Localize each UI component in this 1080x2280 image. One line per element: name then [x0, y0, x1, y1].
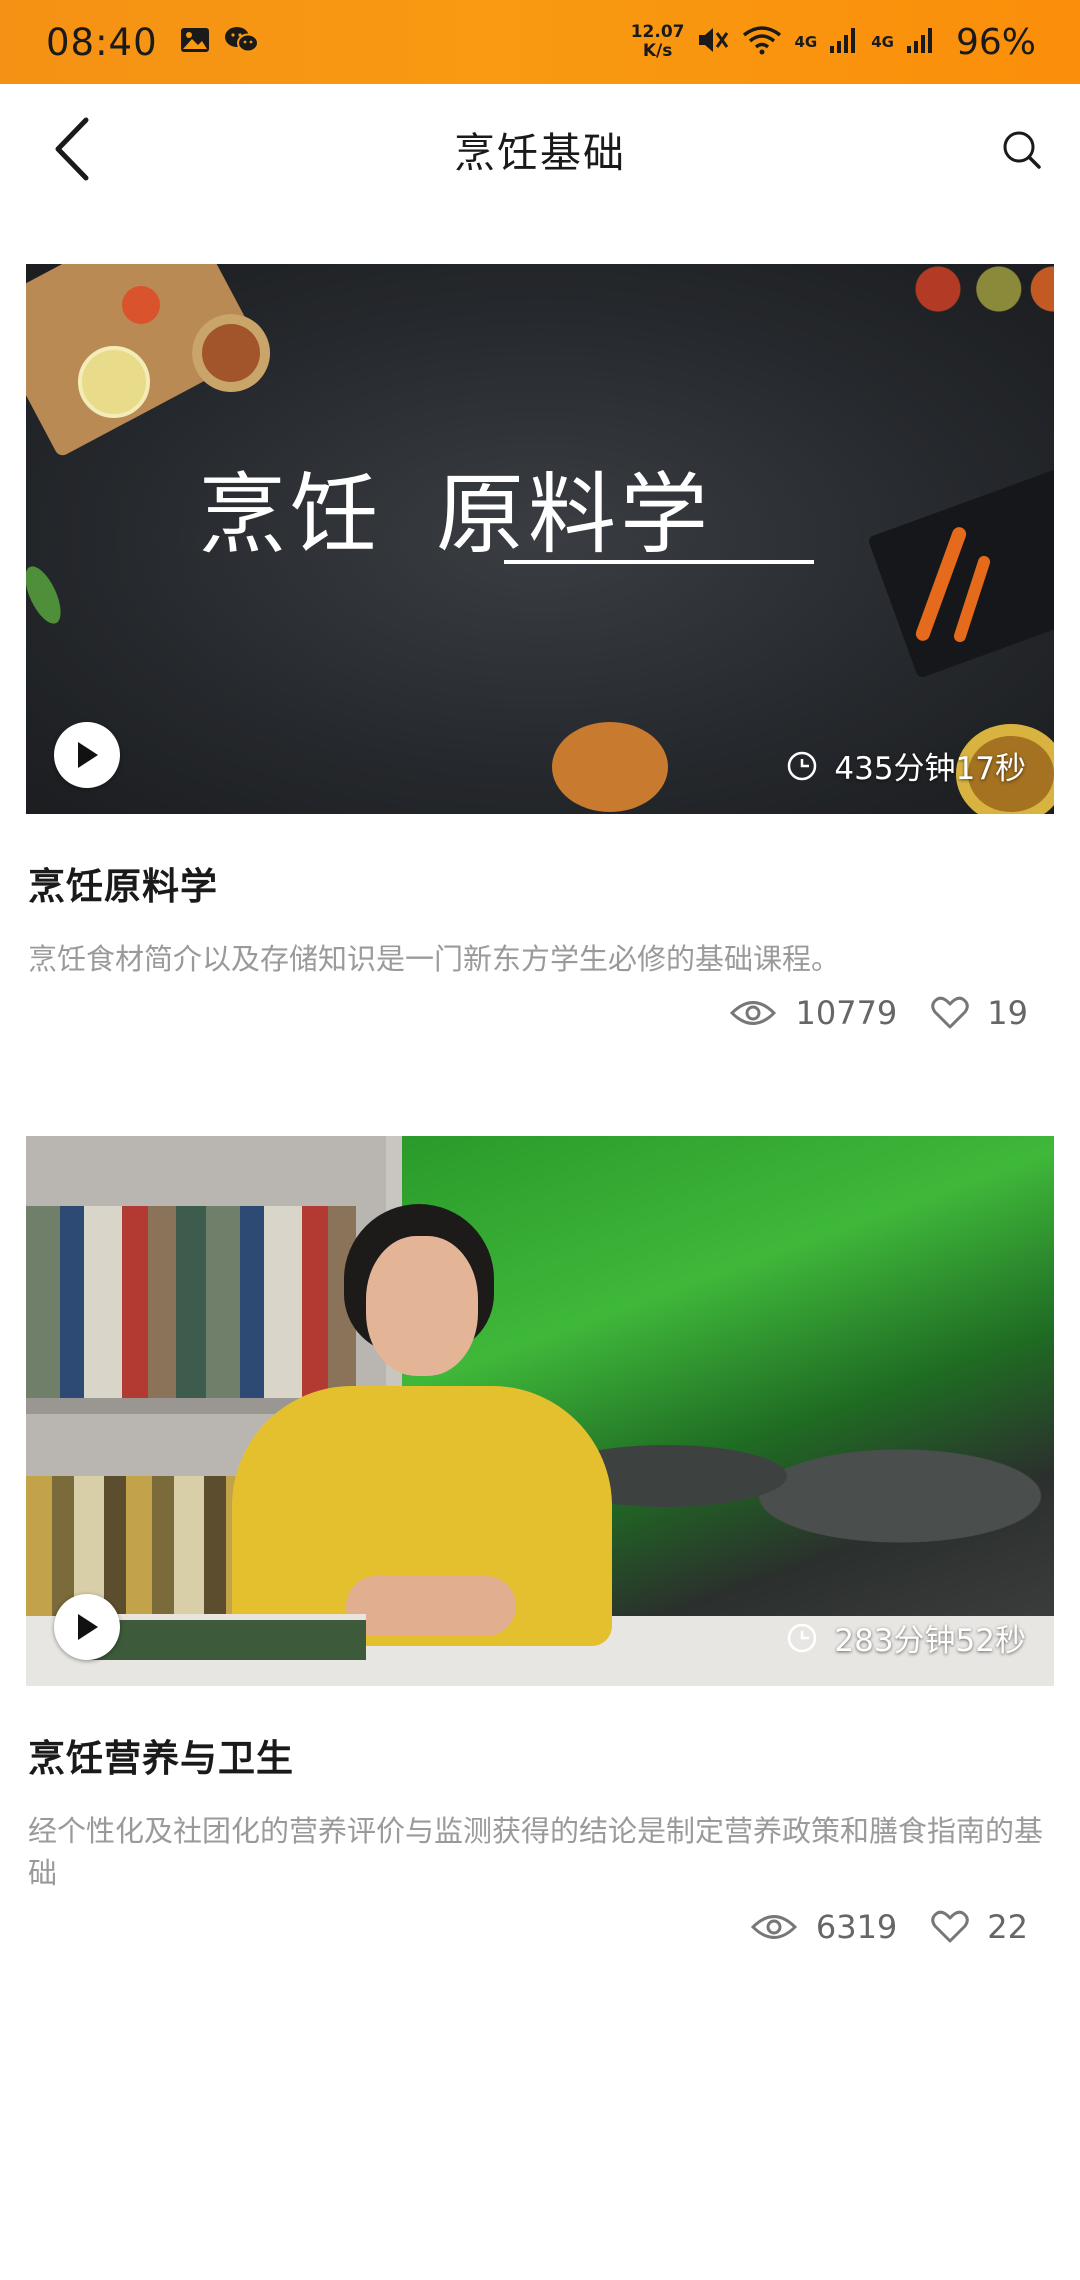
play-icon [78, 1614, 98, 1640]
eye-icon [750, 1915, 797, 1939]
video-duration: 283分钟52秒 [786, 1615, 1026, 1660]
wooden-spoon-illustration [552, 722, 668, 812]
course-stats: 10779 19 [26, 994, 1054, 1032]
page-header: 烹饪基础 [0, 84, 1080, 214]
slate-board-illustration [867, 459, 1054, 679]
course-card[interactable]: 283分钟52秒 烹饪营养与卫生 经个性化及社团化的营养评价与监测获得的结论是制… [26, 1136, 1054, 1946]
likes-stat[interactable]: 22 [931, 1908, 1028, 1946]
views-stat: 10779 [729, 994, 897, 1032]
play-icon [78, 742, 98, 768]
network-speed-value: 12.07 [630, 22, 685, 42]
back-button[interactable] [44, 114, 104, 184]
course-description: 烹饪食材简介以及存储知识是一门新东方学生必修的基础课程。 [28, 942, 841, 976]
video-duration: 435分钟17秒 [786, 743, 1026, 788]
heart-icon [931, 1910, 970, 1943]
page-title: 烹饪基础 [454, 129, 626, 177]
course-card[interactable]: 烹饪 原料学 435分钟17秒 烹饪原料学 烹饪食材简介以及存储知识是一门新东方… [26, 264, 1054, 1032]
thumbnail-title-part-1: 烹饪 [198, 463, 383, 566]
books-illustration [26, 1206, 356, 1398]
duration-text: 283分钟52秒 [834, 1623, 1026, 1659]
views-stat: 6319 [750, 1908, 897, 1946]
thumbnail-title-underline [504, 560, 814, 564]
signal-icon-1 [829, 26, 859, 58]
views-count: 10779 [795, 994, 898, 1032]
lemon-illustration [78, 346, 150, 418]
tomato-illustration [122, 286, 160, 324]
play-button[interactable] [54, 1594, 120, 1660]
network-4g-label-2: 4G [871, 32, 894, 51]
heart-icon [931, 996, 970, 1029]
wifi-icon [742, 25, 782, 59]
stones-illustration [536, 1376, 1054, 1576]
books-illustration [26, 1476, 256, 1626]
likes-count: 22 [987, 1908, 1028, 1946]
course-title[interactable]: 烹饪营养与卫生 [28, 1728, 1054, 1782]
spice-bowls-illustration [906, 264, 1054, 324]
gallery-icon [180, 27, 210, 57]
status-notification-icons [180, 26, 260, 58]
book-on-desk [86, 1614, 366, 1660]
likes-count: 19 [987, 994, 1028, 1032]
course-description: 经个性化及社团化的营养评价与监测获得的结论是制定营养政策和膳食指南的基础 [28, 1814, 1044, 1890]
grain-bowl-illustration [192, 314, 270, 392]
eye-icon [730, 1001, 777, 1025]
leaf-illustration [26, 561, 68, 629]
course-title[interactable]: 烹饪原料学 [28, 856, 1054, 910]
mute-icon [696, 25, 730, 59]
thumbnail-title: 烹饪 原料学 [198, 444, 712, 571]
status-bar: 08:40 12.07 K/s 4G 4G 96% [0, 0, 1080, 84]
play-button[interactable] [54, 722, 120, 788]
wechat-icon [224, 26, 260, 58]
presenter-hands [346, 1576, 516, 1636]
signal-icon-2 [906, 26, 936, 58]
network-speed-unit: K/s [642, 41, 673, 61]
views-count: 6319 [815, 1908, 898, 1946]
course-thumbnail[interactable]: 烹饪 原料学 435分钟17秒 [26, 264, 1054, 814]
course-stats: 6319 22 [26, 1908, 1054, 1946]
search-icon [1003, 131, 1041, 169]
course-thumbnail[interactable]: 283分钟52秒 [26, 1136, 1054, 1686]
network-4g-label-1: 4G [794, 32, 818, 51]
presenter-face [366, 1236, 478, 1376]
clock-icon [788, 1623, 817, 1652]
thumbnail-title-part-2: 原料学 [436, 463, 713, 566]
likes-stat[interactable]: 19 [931, 994, 1028, 1032]
network-speed: 12.07 K/s [631, 23, 685, 61]
clock-icon [788, 751, 817, 780]
chevron-left-icon [55, 117, 89, 181]
status-right-group: 12.07 K/s 4G 4G 96% [631, 22, 1036, 63]
battery-level: 96% [955, 21, 1036, 63]
duration-text: 435分钟17秒 [834, 751, 1026, 787]
search-button[interactable] [1000, 128, 1044, 172]
status-time: 08:40 [46, 20, 158, 64]
